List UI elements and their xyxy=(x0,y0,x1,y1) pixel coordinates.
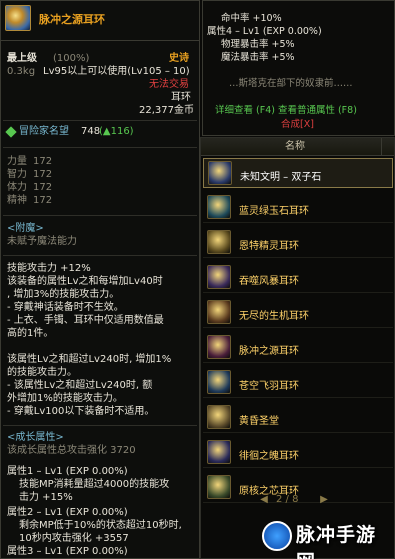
adventure-label: 冒险家名望 xyxy=(19,126,69,137)
effect-line: 技能攻击力 +12% xyxy=(7,263,91,274)
item-icon xyxy=(207,300,231,324)
attr1-line: 技能MP消耗量超过4000的技能攻 xyxy=(19,479,170,490)
stat-value: 172 xyxy=(33,182,53,193)
list-item[interactable]: 未知文明 – 双子石 xyxy=(203,158,393,188)
effect-line: - 该属性Lv之和超过Lv240时, 额 xyxy=(7,380,153,391)
attr3-title: 属性3 – Lv1 (EXP 0.00%) xyxy=(7,546,128,557)
stat-value: 172 xyxy=(33,156,53,167)
attr1-line: 击力 +15% xyxy=(19,492,73,503)
adventure-bonus: (▲116) xyxy=(99,126,134,137)
effect-line: 的技能攻击力。 xyxy=(7,367,77,378)
item-trade: 无法交易 xyxy=(149,79,189,90)
effect-line: - 上衣、手镯、耳环中仅适用数值最 xyxy=(7,315,164,326)
item-name: 黄昏圣堂 xyxy=(239,416,279,427)
item-price: 22,377金币 xyxy=(139,105,194,116)
column-divider xyxy=(381,138,382,156)
attr2-line: 剩余MP低于10%的状态超过10秒时, xyxy=(19,520,182,531)
craft-link[interactable]: 合成[X] xyxy=(281,119,314,131)
flavor-text: …斯塔克在部下的奴隶前…… xyxy=(229,78,353,89)
stat-row: 智力 172 xyxy=(7,169,127,181)
stat-name: 精神 xyxy=(7,195,27,206)
item-name: 蓝灵绿玉石耳环 xyxy=(239,206,309,217)
watermark: 脉冲手游网 xyxy=(296,524,377,559)
item-icon xyxy=(207,440,231,464)
attr2-line: 10秒内攻击强化 +3557 xyxy=(19,533,129,544)
list-item[interactable]: 蓝灵绿玉石耳环 xyxy=(203,193,393,223)
item-icon xyxy=(207,405,231,429)
item-icon xyxy=(207,370,231,394)
list-item[interactable]: 脉冲之源耳环 xyxy=(203,333,393,363)
tooltip-header: 脉冲之源耳环 xyxy=(1,1,199,41)
stat-value: 172 xyxy=(33,169,53,180)
item-name: 脉冲之源耳环 xyxy=(239,346,299,357)
item-grade-pct: (100%) xyxy=(53,53,90,64)
effect-line: , 增加3%的技能攻击力。 xyxy=(7,289,120,300)
earring-icon xyxy=(5,5,31,31)
effect-line: - 穿戴神话装备时不生效。 xyxy=(7,302,124,313)
growth-title: <成长属性> xyxy=(7,432,64,443)
enchant-desc: 未赋予魔法能力 xyxy=(7,236,77,247)
item-tooltip: 脉冲之源耳环 最上级 (100%) 史诗 0.3kg Lv95以上可以使用(Lv… xyxy=(0,0,200,559)
list-item[interactable]: 恩特精灵耳环 xyxy=(203,228,393,258)
effect-line: 该装备的属性Lv之和每增加Lv40时 xyxy=(7,276,163,287)
item-rarity: 史诗 xyxy=(169,53,189,64)
list-header: 名称 xyxy=(201,138,394,156)
item-icon xyxy=(207,195,231,219)
list-item[interactable]: 无尽的生机耳环 xyxy=(203,298,393,328)
prev-page-icon[interactable]: ◀ xyxy=(258,494,270,506)
attr1-title: 属性1 – Lv1 (EXP 0.00%) xyxy=(7,466,128,477)
stat-row: 精神 172 xyxy=(7,195,127,207)
effect-line: 高的1件。 xyxy=(7,328,54,339)
next-page-icon[interactable]: ▶ xyxy=(318,494,330,506)
stat-row: 力量 172 xyxy=(7,156,127,168)
watermark-logo-icon xyxy=(262,521,292,551)
adventure-value: 748 xyxy=(81,126,101,137)
stat-row: 体力 172 xyxy=(7,182,127,194)
item-title: 脉冲之源耳环 xyxy=(39,13,105,26)
item-icon xyxy=(207,265,231,289)
item-name: 无尽的生机耳环 xyxy=(239,311,309,322)
attr2-title: 属性2 – Lv1 (EXP 0.00%) xyxy=(7,507,128,518)
item-name: 恩特精灵耳环 xyxy=(239,241,299,252)
enchant-title: <附魔> xyxy=(7,223,44,234)
stat-value: 172 xyxy=(33,195,53,206)
item-icon xyxy=(207,230,231,254)
column-name-header[interactable]: 名称 xyxy=(285,141,305,153)
page-indicator: 2 / 8 xyxy=(276,494,299,505)
item-icon xyxy=(208,161,232,185)
growth-total: 该成长属性总攻击强化 3720 xyxy=(7,445,136,456)
effect-line: - 穿戴Lv100以下装备时不适用。 xyxy=(7,406,155,417)
info-line: 命中率 +10% xyxy=(221,13,282,24)
item-name: 苍空飞羽耳环 xyxy=(239,381,299,392)
item-grade: 最上级 xyxy=(7,53,37,64)
info-line: 魔法暴击率 +5% xyxy=(221,52,295,63)
info-line: 属性4 – Lv1 (EXP 0.00%) xyxy=(207,26,322,37)
attribute-panel: 命中率 +10% 属性4 – Lv1 (EXP 0.00%) 物理暴击率 +5%… xyxy=(202,0,395,136)
effect-line: 该属性Lv之和超过Lv240时, 增加1% xyxy=(7,354,172,365)
item-name: 吞噬风暴耳环 xyxy=(239,276,299,287)
item-level-req: Lv95以上可以使用(Lv105 – 10) xyxy=(43,66,190,77)
adventure-icon xyxy=(5,126,17,138)
list-item[interactable]: 吞噬风暴耳环 xyxy=(203,263,393,293)
item-weight: 0.3kg xyxy=(7,66,36,77)
stat-name: 智力 xyxy=(7,169,27,180)
list-item[interactable]: 徘徊之魄耳环 xyxy=(203,438,393,468)
list-item[interactable]: 苍空飞羽耳环 xyxy=(203,368,393,398)
stat-name: 体力 xyxy=(7,182,27,193)
info-line: 物理暴击率 +5% xyxy=(221,39,295,50)
effect-line: 外增加1%的技能攻击力。 xyxy=(7,393,123,404)
pager: ◀ 2 / 8 ▶ xyxy=(200,490,395,512)
stat-name: 力量 xyxy=(7,156,27,167)
detail-view-link[interactable]: 详细查看 (F4) 查看普通属性 (F8) xyxy=(215,105,357,117)
item-name: 徘徊之魄耳环 xyxy=(239,451,299,462)
item-icon xyxy=(207,335,231,359)
item-name: 未知文明 – 双子石 xyxy=(240,172,322,183)
item-slot: 耳环 xyxy=(171,92,191,103)
list-item[interactable]: 黄昏圣堂 xyxy=(203,403,393,433)
